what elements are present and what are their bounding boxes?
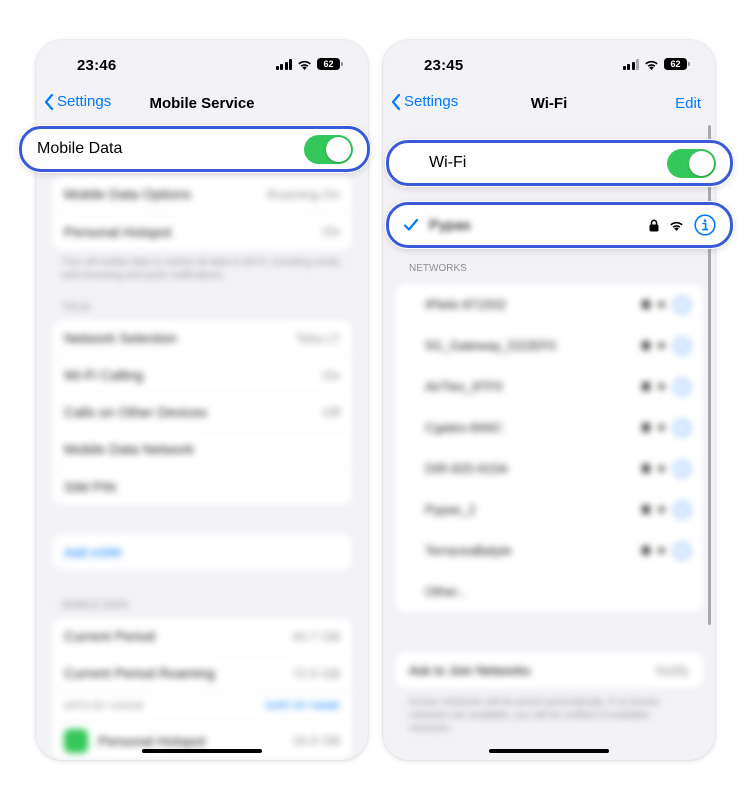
ask-to-join-footer: Known networks will be joined automatica… xyxy=(409,697,660,734)
status-bar: 23:45 62 xyxy=(383,40,715,90)
wifi-signal-icon xyxy=(658,342,665,349)
list-item: Current Period 40.7 GB xyxy=(52,618,352,655)
lock-icon xyxy=(642,382,650,391)
list-item[interactable]: Personal Hotspot 16.9 GB xyxy=(52,722,352,759)
usage-group: Current Period 40.7 GB Current Period Roa… xyxy=(52,618,352,759)
home-indicator xyxy=(489,749,609,753)
wifi-toggle-row: Wi-Fi xyxy=(386,140,733,186)
info-icon[interactable] xyxy=(673,295,691,314)
lock-icon xyxy=(642,300,650,309)
mobile-data-options-group: Mobile Data Options Roaming On Personal H… xyxy=(52,176,352,250)
checkmark-icon xyxy=(403,218,419,231)
connected-network-row[interactable]: Pypas xyxy=(386,202,733,248)
lock-icon xyxy=(642,546,650,555)
list-item[interactable]: Network Selection Telia LT xyxy=(52,320,352,357)
navigation-bar: Settings Wi-Fi Edit xyxy=(383,92,715,116)
cellular-signal-icon xyxy=(622,58,639,70)
wifi-status-icon xyxy=(645,60,658,70)
wifi-signal-icon xyxy=(658,424,665,431)
list-item[interactable]: Personal Hotspot On xyxy=(52,213,352,250)
network-row[interactable]: 5G_Gateway_D22EF0 xyxy=(395,325,703,366)
section-header: Mobile Data xyxy=(62,600,128,611)
section-header: Telia xyxy=(62,302,90,313)
list-item[interactable]: Wi-Fi Calling On xyxy=(52,357,352,394)
wifi-status-icon xyxy=(298,60,311,70)
ask-to-join-row[interactable]: Ask to Join Networks Notify xyxy=(395,652,703,688)
status-icons: 62 xyxy=(622,58,690,70)
sort-by-name-link[interactable]: SORT BY NAME xyxy=(265,701,340,712)
cellular-signal-icon xyxy=(275,58,292,70)
mobile-data-toggle[interactable] xyxy=(304,134,353,164)
wifi-signal-icon xyxy=(658,547,665,554)
list-item[interactable]: SIM PIN xyxy=(52,468,352,505)
info-icon[interactable] xyxy=(694,214,716,236)
lock-icon xyxy=(649,219,659,231)
scrollbar[interactable] xyxy=(708,125,711,625)
edit-button[interactable]: Edit xyxy=(675,95,701,112)
connected-network-name: Pypas xyxy=(429,216,471,234)
mobile-data-label: Mobile Data xyxy=(37,140,123,157)
carrier-settings-group: Network Selection Telia LT Wi-Fi Calling O… xyxy=(52,320,352,505)
status-icons: 62 xyxy=(275,58,343,70)
info-icon[interactable] xyxy=(673,500,691,519)
navigation-bar: Settings Mobile Service xyxy=(36,92,368,116)
lock-icon xyxy=(642,464,650,473)
status-bar: 23:46 62 xyxy=(36,40,368,90)
network-row[interactable]: DIR-825-915A xyxy=(395,448,703,489)
list-item[interactable]: Mobile Data Network xyxy=(52,431,352,468)
wifi-signal-icon xyxy=(658,301,665,308)
list-item[interactable]: Calls on Other Devices Off xyxy=(52,394,352,431)
add-esim-button[interactable]: Add eSIM xyxy=(52,534,352,570)
info-icon[interactable] xyxy=(673,336,691,355)
apps-usage-header: APPS BY USAGE SORT BY NAME xyxy=(52,692,352,722)
page-title: Mobile Service xyxy=(149,95,255,112)
battery-icon: 62 xyxy=(317,58,343,70)
wifi-label: Wi-Fi xyxy=(429,154,467,171)
network-row[interactable]: Cgates-8A6C xyxy=(395,407,703,448)
wifi-signal-icon xyxy=(658,465,665,472)
info-icon[interactable] xyxy=(673,459,691,478)
wifi-signal-icon xyxy=(658,506,665,513)
mobile-data-row: Mobile Data xyxy=(19,126,370,172)
wifi-toggle[interactable] xyxy=(667,148,716,178)
list-item[interactable]: Mobile Data Options Roaming On xyxy=(52,176,352,213)
mobile-data-footer: Turn off mobile data to restrict all dat… xyxy=(62,257,342,281)
status-time: 23:46 xyxy=(77,57,117,74)
other-network-row[interactable]: Other... xyxy=(395,571,703,612)
page-title: Wi-Fi xyxy=(530,95,568,112)
network-row[interactable]: AirTies_8TF0 xyxy=(395,366,703,407)
info-icon[interactable] xyxy=(673,377,691,396)
networks-header: NETWORKS xyxy=(409,263,467,274)
status-time: 23:45 xyxy=(424,57,464,74)
info-icon[interactable] xyxy=(673,541,691,560)
battery-icon: 62 xyxy=(664,58,690,70)
network-row[interactable]: TerraceaBalyte xyxy=(395,530,703,571)
wifi-signal-icon xyxy=(658,383,665,390)
info-icon[interactable] xyxy=(673,418,691,437)
lock-icon xyxy=(642,423,650,432)
lock-icon xyxy=(642,341,650,350)
network-row[interactable]: IPtele-971502 xyxy=(395,284,703,325)
home-indicator xyxy=(142,749,262,753)
network-list: IPtele-971502 5G_Gateway_D22EF0 AirTies_… xyxy=(395,284,703,612)
hotspot-app-icon xyxy=(64,728,88,753)
network-row[interactable]: Pypas_2 xyxy=(395,489,703,530)
wifi-signal-icon xyxy=(670,221,683,231)
list-item: Current Period Roaming 72.5 GB xyxy=(52,655,352,692)
lock-icon xyxy=(642,505,650,514)
